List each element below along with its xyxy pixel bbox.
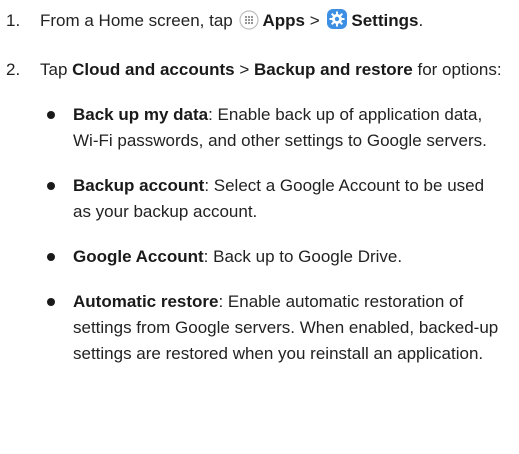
bullet-icon: [47, 298, 55, 306]
option-description: : Back up to Google Drive.: [203, 247, 403, 266]
option-title: Google Account: [73, 247, 204, 266]
bullet-icon: [47, 253, 55, 261]
step-number: 1.: [6, 11, 21, 30]
list-item: Back up my data: Enable back up of appli…: [0, 102, 519, 154]
step-1-suffix: .: [418, 11, 424, 30]
breadcrumb-separator: >: [239, 60, 250, 79]
apps-grid-icon: [239, 10, 260, 38]
option-title: Back up my data: [73, 105, 209, 124]
option-title: Automatic restore: [73, 292, 219, 311]
settings-label: Settings: [351, 11, 419, 30]
step-1-prefix: From a Home screen, tap: [40, 11, 233, 30]
step-2-prefix: Tap: [40, 60, 68, 79]
list-item: Google Account: Back up to Google Drive.: [0, 244, 519, 270]
cloud-and-accounts-label: Cloud and accounts: [72, 60, 235, 79]
bullet-icon: [47, 182, 55, 190]
step-2: 2. Tap Cloud and accounts > Backup and r…: [0, 57, 519, 83]
backup-options-list: Back up my data: Enable back up of appli…: [0, 102, 519, 367]
step-2-suffix: for options:: [417, 60, 502, 79]
apps-label: Apps: [262, 11, 305, 30]
step-number: 2.: [6, 60, 21, 79]
backup-and-restore-label: Backup and restore: [254, 60, 413, 79]
breadcrumb-separator: >: [309, 11, 320, 30]
settings-gear-icon: [326, 8, 348, 38]
option-title: Backup account: [73, 176, 205, 195]
list-item: Backup account: Select a Google Account …: [0, 173, 519, 225]
list-item: Automatic restore: Enable automatic rest…: [0, 289, 519, 367]
step-1: 1. From a Home screen, tap Apps > Settin…: [0, 8, 519, 38]
instructions-document: 1. From a Home screen, tap Apps > Settin…: [0, 0, 519, 367]
bullet-icon: [47, 111, 55, 119]
